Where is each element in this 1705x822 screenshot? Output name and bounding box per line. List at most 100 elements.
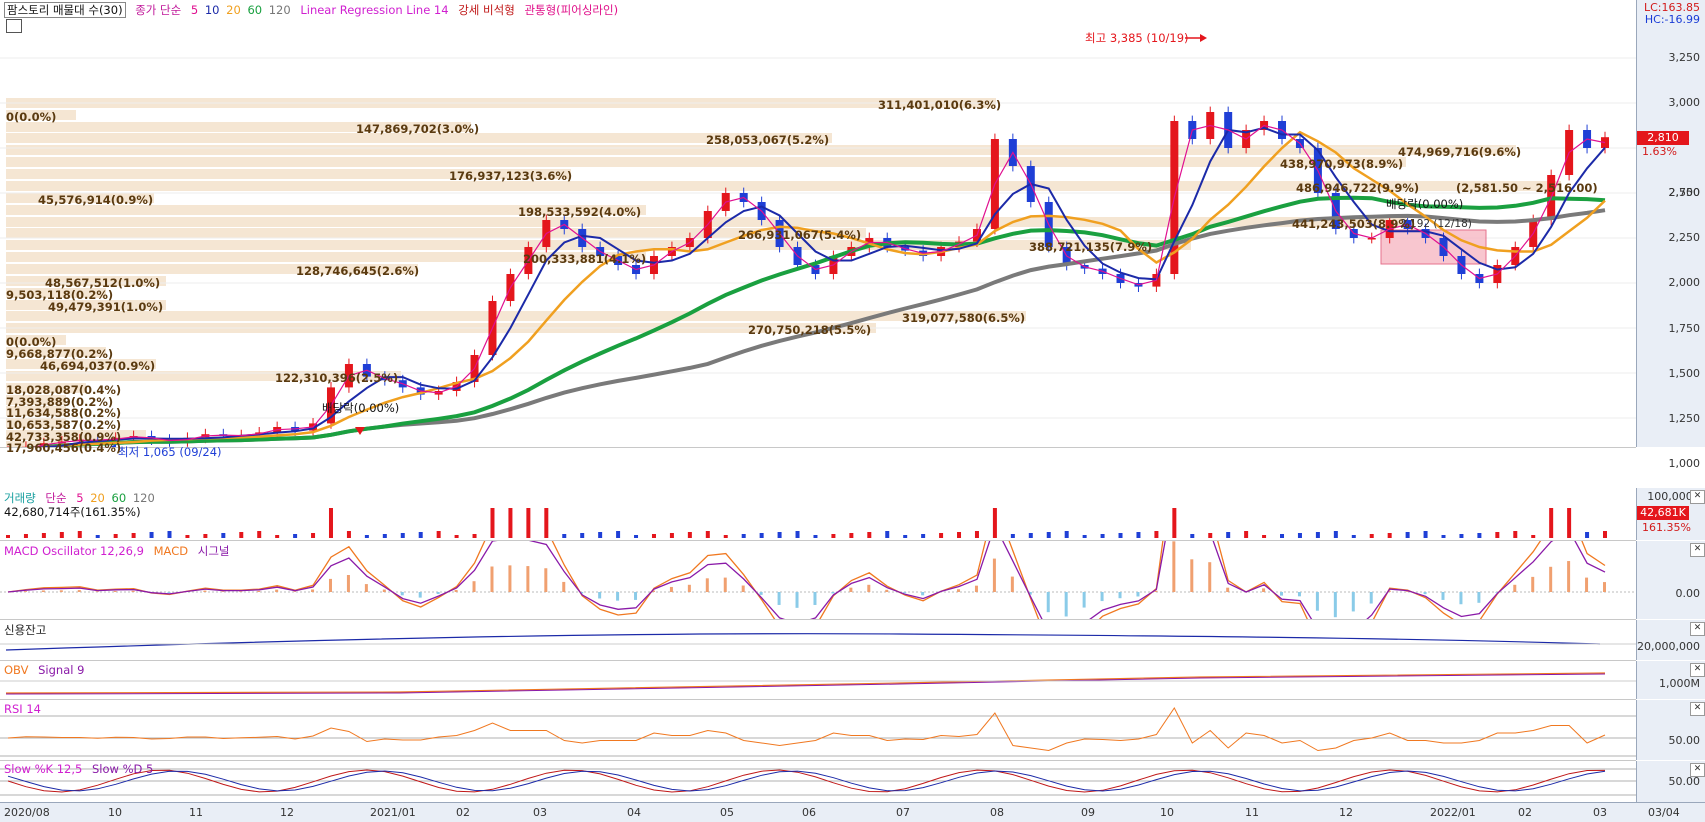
macd-histogram-bar (78, 590, 81, 592)
strong-pattern-label[interactable]: 강세 비석형 (458, 3, 515, 17)
macd-histogram-bar (778, 592, 781, 605)
date-label: 08 (990, 806, 1004, 819)
volume-title[interactable]: 거래량 (4, 491, 36, 505)
macd-histogram-bar (526, 566, 529, 592)
obv-signal-label[interactable]: Signal 9 (38, 663, 84, 677)
volume-bar (580, 533, 584, 538)
stoch-chart[interactable] (0, 761, 1636, 802)
obv-panel[interactable]: OBV Signal 9 (0, 661, 1636, 700)
macd-histogram-bar (1459, 592, 1462, 604)
close-credit-icon[interactable]: ✕ (1690, 622, 1705, 636)
close-rsi-icon[interactable]: ✕ (1690, 702, 1705, 716)
credit-panel[interactable]: 신용잔고 (0, 620, 1636, 661)
macd-histogram-bar (1424, 592, 1427, 594)
volume-bar (760, 533, 764, 538)
volume-bar (329, 508, 333, 538)
macd-histogram-bar (1442, 592, 1445, 600)
vol-ma-20[interactable]: 20 (90, 491, 105, 505)
date-axis[interactable]: 2020/08 10 11 12 2021/01 02 03 04 05 06 … (0, 802, 1705, 822)
macd-histogram-bar (1298, 592, 1301, 596)
volume-bar (78, 531, 82, 538)
volume-bar (311, 533, 315, 538)
vp-label: 49,479,391(1.0%) (48, 300, 163, 314)
date-label: 2020/08 (4, 806, 50, 819)
macd-histogram-bar (114, 591, 117, 592)
macd-axis-zero: 0.00 (1676, 587, 1701, 600)
macd-histogram-bar (329, 579, 332, 592)
credit-chart[interactable] (0, 620, 1636, 660)
volume-bar (1316, 532, 1320, 538)
macd-histogram-bar (1065, 592, 1068, 616)
linreg-label[interactable]: Linear Regression Line 14 (300, 3, 448, 17)
date-label: 12 (280, 806, 294, 819)
volume-chart[interactable] (0, 488, 1636, 540)
rsi-chart[interactable] (0, 700, 1636, 760)
macd-histogram-bar (670, 587, 673, 592)
volume-bar (293, 534, 297, 538)
volume-bar (383, 534, 387, 538)
macd-histogram-bar (437, 592, 440, 594)
stoch-k-label[interactable]: Slow %K 12,5 (4, 762, 82, 776)
stoch-panel[interactable]: Slow %K 12,5 Slow %D 5 (0, 761, 1636, 803)
volume-bar (724, 535, 728, 538)
volume-bar (652, 534, 656, 538)
volume-bar (849, 533, 853, 538)
current-price-badge: 2,810 (1637, 131, 1689, 145)
rsi-panel[interactable]: RSI 14 (0, 700, 1636, 761)
volume-panel[interactable]: 거래량 단순 5 20 60 120 42,680,714주(161.35%) (0, 488, 1636, 541)
price-axis[interactable]: LC:163.85 HC:-16.99 3,250 3,000 2,750 2,… (1636, 0, 1705, 447)
macd-osc-label[interactable]: MACD Oscillator 12,26,9 (4, 544, 144, 558)
macd-histogram-bar (203, 591, 206, 592)
high-arrow-head (1200, 34, 1207, 42)
stoch-d-label[interactable]: Slow %D 5 (92, 762, 153, 776)
volume-bar (1065, 531, 1069, 538)
stock-title[interactable]: 팜스토리 매물대 수(30) (4, 2, 126, 18)
close-stoch-icon[interactable]: ✕ (1690, 763, 1705, 777)
macd-signal-label[interactable]: 시그널 (198, 544, 230, 558)
axis-tick: 3,000 (1669, 96, 1701, 109)
vol-ma-5[interactable]: 5 (76, 491, 83, 505)
obv-label[interactable]: OBV (4, 663, 28, 677)
piercing-label[interactable]: 관통형(피어싱라인) (524, 3, 618, 17)
volume-bar (1136, 532, 1140, 538)
axis-tick: 1,750 (1669, 322, 1701, 335)
volume-bar (150, 532, 154, 538)
vp-label: (2,581.50 ~ 2,516.00) (1456, 181, 1598, 195)
vol-ma-60[interactable]: 60 (112, 491, 127, 505)
vol-ma-120[interactable]: 120 (133, 491, 155, 505)
vp-label: 438,970,973(8.9%) (1280, 157, 1403, 171)
macd-histogram-bar (867, 585, 870, 592)
date-label: 02 (1518, 806, 1532, 819)
volume-bar (742, 534, 746, 538)
vp-label: 198,533,592(4.0%) (518, 205, 641, 219)
volume-bar (1298, 533, 1302, 538)
ma-period-120[interactable]: 120 (269, 3, 291, 17)
volume-bar (526, 508, 530, 538)
box-pattern (1381, 230, 1486, 264)
macd-chart[interactable] (0, 541, 1636, 619)
ma-period-20[interactable]: 20 (226, 3, 241, 17)
grid-toggle-icon[interactable] (6, 19, 22, 33)
volume-bar (544, 508, 548, 538)
date-label: 10 (1160, 806, 1174, 819)
vp-label: 311,401,010(6.3%) (878, 98, 1001, 112)
ma-period-5[interactable]: 5 (191, 3, 198, 17)
date-label: 05 (720, 806, 734, 819)
vp-label: 147,869,702(3.0%) (356, 122, 479, 136)
macd-label[interactable]: MACD (154, 544, 188, 558)
ma-period-10[interactable]: 10 (205, 3, 220, 17)
price-panel[interactable]: 팜스토리 매물대 수(30) 종가 단순 5 10 20 60 120 Line… (0, 0, 1636, 448)
ma-label[interactable]: 종가 단순 (135, 3, 181, 17)
close-volume-icon[interactable]: ✕ (1690, 490, 1705, 504)
close-obv-icon[interactable]: ✕ (1690, 663, 1705, 677)
date-label: 11 (1245, 806, 1259, 819)
volume-bar (42, 533, 46, 538)
volume-bar (1262, 535, 1266, 538)
volume-bar (688, 532, 692, 538)
obv-chart[interactable] (0, 661, 1636, 699)
ma-period-60[interactable]: 60 (247, 3, 262, 17)
volume-ma-label[interactable]: 단순 (45, 491, 66, 505)
close-macd-icon[interactable]: ✕ (1690, 543, 1705, 557)
macd-panel[interactable]: MACD Oscillator 12,26,9 MACD 시그널 (0, 541, 1636, 620)
macd-histogram-bar (257, 591, 260, 592)
